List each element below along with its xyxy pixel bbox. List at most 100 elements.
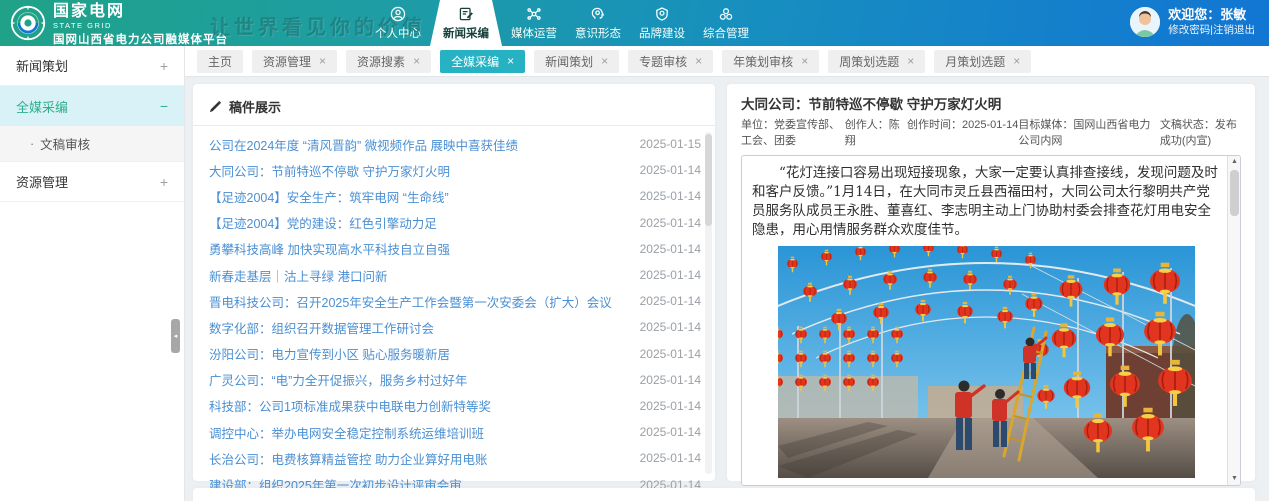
article-link[interactable]: 新春走基层｜沽上寻绿 港口问新 [209, 266, 387, 285]
close-icon[interactable]: × [801, 55, 808, 67]
tab-label: 年策划审核 [733, 53, 793, 70]
article-link[interactable]: 【足迹2004】党的建设：红色引擎动力足 [209, 213, 437, 232]
list-scrollbar[interactable] [705, 132, 712, 474]
expand-plus-icon[interactable]: + [160, 58, 168, 74]
panel-title: 稿件展示 [229, 97, 281, 116]
close-icon[interactable]: × [1013, 55, 1020, 67]
meta-unit: 单位：党委宣传部、工会、团委 [741, 118, 845, 150]
nav-item-news-editing[interactable]: 新闻采编 [430, 0, 502, 46]
state-grid-logo-icon [10, 5, 46, 41]
article-link[interactable]: 【足迹2004】安全生产：筑牢电网 “生命线” [209, 187, 449, 206]
article-link[interactable]: 调控中心：举办电网安全稳定控制系统运维培训班 [209, 423, 484, 442]
network-icon [526, 6, 542, 22]
article-date: 2025-01-14 [640, 347, 701, 361]
nav-label: 个人中心 [375, 25, 421, 41]
tab-label: 新闻策划 [545, 53, 593, 70]
tab-bar: 主页 资源管理 × 资源搜素 × 全媒采编 × 新闻策划 × 专题审核 × 年策… [185, 46, 1269, 77]
article-preview-panel: 大同公司：节前特巡不停歇 守护万家灯火明 单位：党委宣传部、工会、团委 创作人：… [727, 84, 1255, 481]
tab-resource-management[interactable]: 资源管理 × [252, 50, 337, 73]
edit-icon [458, 6, 474, 22]
article-photo [778, 246, 1195, 478]
sidebar-collapse-handle[interactable]: ◂ [171, 319, 180, 353]
article-link[interactable]: 大同公司：节前特巡不停歇 守护万家灯火明 [209, 161, 450, 180]
nav-label: 意识形态 [575, 25, 621, 41]
tab-topic-review[interactable]: 专题审核 × [628, 50, 713, 73]
article-date: 2025-01-14 [640, 373, 701, 387]
tab-label: 主页 [208, 53, 232, 70]
header-nav: 个人中心 新闻采编 媒体运营 意识形态 [366, 0, 758, 46]
article-date: 2025-01-14 [640, 320, 701, 334]
nav-item-ideology[interactable]: 意识形态 [566, 0, 630, 46]
article-date: 2025-01-14 [640, 399, 701, 413]
sidebar: 新闻策划 + 全媒采编 − · 文稿审核 资源管理 + [0, 46, 185, 501]
close-icon[interactable]: × [319, 55, 326, 67]
preview-meta: 单位：党委宣传部、工会、团委 创作人：陈翔 创作时间：2025-01-14 目标… [741, 118, 1241, 150]
article-row: 【足迹2004】党的建设：红色引擎动力足 2025-01-14 [209, 210, 701, 236]
expand-plus-icon[interactable]: + [160, 174, 168, 190]
brand-title: 国家电网 [53, 4, 228, 21]
next-panel-peek [193, 488, 1255, 501]
article-body-text: “花灯连接口容易出现短接现象，大家一定要认真排查接线，发现问题及时和客户反馈。”… [752, 164, 1221, 241]
close-icon[interactable]: × [907, 55, 914, 67]
article-link[interactable]: 长治公司：电费核算精益管控 助力企业算好用电账 [209, 449, 487, 468]
tab-resource-search[interactable]: 资源搜素 × [346, 50, 431, 73]
meta-creator: 创作人：陈翔 [845, 118, 907, 150]
tab-home[interactable]: 主页 [197, 50, 243, 73]
close-icon[interactable]: × [601, 55, 608, 67]
nav-item-media-operation[interactable]: 媒体运营 [502, 0, 566, 46]
sidebar-item-news-planning[interactable]: 新闻策划 + [0, 46, 184, 86]
article-row: 新春走基层｜沽上寻绿 港口问新 2025-01-14 [209, 262, 701, 288]
user-icon [390, 6, 406, 22]
brand-block: 国家电网 STATE GRID 国网山西省电力公司融媒体平台 [10, 4, 228, 46]
tab-media-editing[interactable]: 全媒采编 × [440, 50, 525, 73]
brand-eye-icon [654, 6, 670, 22]
nav-label: 媒体运营 [511, 25, 557, 41]
article-link[interactable]: 科技部：公司1项标准成果获中电联电力创新特等奖 [209, 396, 491, 415]
pen-icon [209, 100, 222, 113]
tab-month-plan-topics[interactable]: 月策划选题 × [934, 50, 1031, 73]
tab-week-plan-topics[interactable]: 周策划选题 × [828, 50, 925, 73]
collapse-minus-icon[interactable]: − [160, 98, 168, 114]
article-list-panel: 稿件展示 公司在2024年度 “清风晋韵” 微视频作品 展映中喜获佳绩 2025… [193, 84, 715, 481]
article-link[interactable]: 广灵公司：“电”力全开促振兴，服务乡村过好年 [209, 370, 467, 389]
article-row: 广灵公司：“电”力全开促振兴，服务乡村过好年 2025-01-14 [209, 367, 701, 393]
article-list-header: 稿件展示 [193, 84, 715, 126]
article-link[interactable]: 晋电科技公司：召开2025年安全生产工作会暨第一次安委会（扩大）会议 [209, 292, 612, 311]
nav-item-comprehensive-management[interactable]: 综合管理 [694, 0, 758, 46]
article-link[interactable]: 汾阳公司：电力宣传到小区 贴心服务暖新居 [209, 344, 450, 363]
nav-item-personal-center[interactable]: 个人中心 [366, 0, 430, 46]
close-icon[interactable]: × [695, 55, 702, 67]
nav-item-brand-building[interactable]: 品牌建设 [630, 0, 694, 46]
article-row: 长治公司：电费核算精益管控 助力企业算好用电账 2025-01-14 [209, 445, 701, 471]
article-link[interactable]: 数字化部：组织召开数据管理工作研讨会 [209, 318, 434, 337]
tab-label: 全媒采编 [451, 53, 499, 70]
account-links[interactable]: 修改密码|注销退出 [1168, 24, 1255, 37]
close-icon[interactable]: × [413, 55, 420, 67]
article-link[interactable]: 公司在2024年度 “清风晋韵” 微视频作品 展映中喜获佳绩 [209, 135, 518, 154]
scroll-down-icon[interactable]: ▼ [1228, 473, 1241, 485]
sidebar-item-label: 资源管理 [16, 172, 68, 191]
welcome-text: 欢迎您：张敏 [1168, 7, 1255, 23]
brand-subtitle: STATE GRID [53, 22, 228, 30]
article-date: 2025-01-14 [640, 268, 701, 282]
article-link[interactable]: 勇攀科技高峰 加快实现高水平科技自立自强 [209, 239, 450, 258]
avatar[interactable] [1130, 7, 1160, 37]
nav-label: 品牌建设 [639, 25, 685, 41]
scroll-up-icon[interactable]: ▲ [1228, 156, 1241, 168]
meta-target-media: 目标媒体：国网山西省电力公司内网 [1018, 118, 1160, 150]
sidebar-subitem-draft-review[interactable]: · 文稿审核 [0, 126, 184, 162]
close-icon[interactable]: × [507, 55, 514, 67]
tab-year-plan-review[interactable]: 年策划审核 × [722, 50, 819, 73]
top-header: 国家电网 STATE GRID 国网山西省电力公司融媒体平台 让世界看见你的价值… [0, 0, 1269, 46]
content-scrollbar[interactable]: ▲ ▼ [1227, 156, 1240, 485]
article-row: 调控中心：举办电网安全稳定控制系统运维培训班 2025-01-14 [209, 419, 701, 445]
list-scrollbar-thumb[interactable] [705, 134, 712, 226]
sidebar-item-resource-management[interactable]: 资源管理 + [0, 162, 184, 202]
preview-title: 大同公司：节前特巡不停歇 守护万家灯火明 [741, 93, 1241, 113]
tab-news-planning[interactable]: 新闻策划 × [534, 50, 619, 73]
article-row: 科技部：公司1项标准成果获中电联电力创新特等奖 2025-01-14 [209, 393, 701, 419]
article-row: 晋电科技公司：召开2025年安全生产工作会暨第一次安委会（扩大）会议 2025-… [209, 288, 701, 314]
article-date: 2025-01-14 [640, 189, 701, 203]
sidebar-item-media-editing[interactable]: 全媒采编 − [0, 86, 184, 126]
content-scrollbar-thumb[interactable] [1230, 170, 1239, 216]
